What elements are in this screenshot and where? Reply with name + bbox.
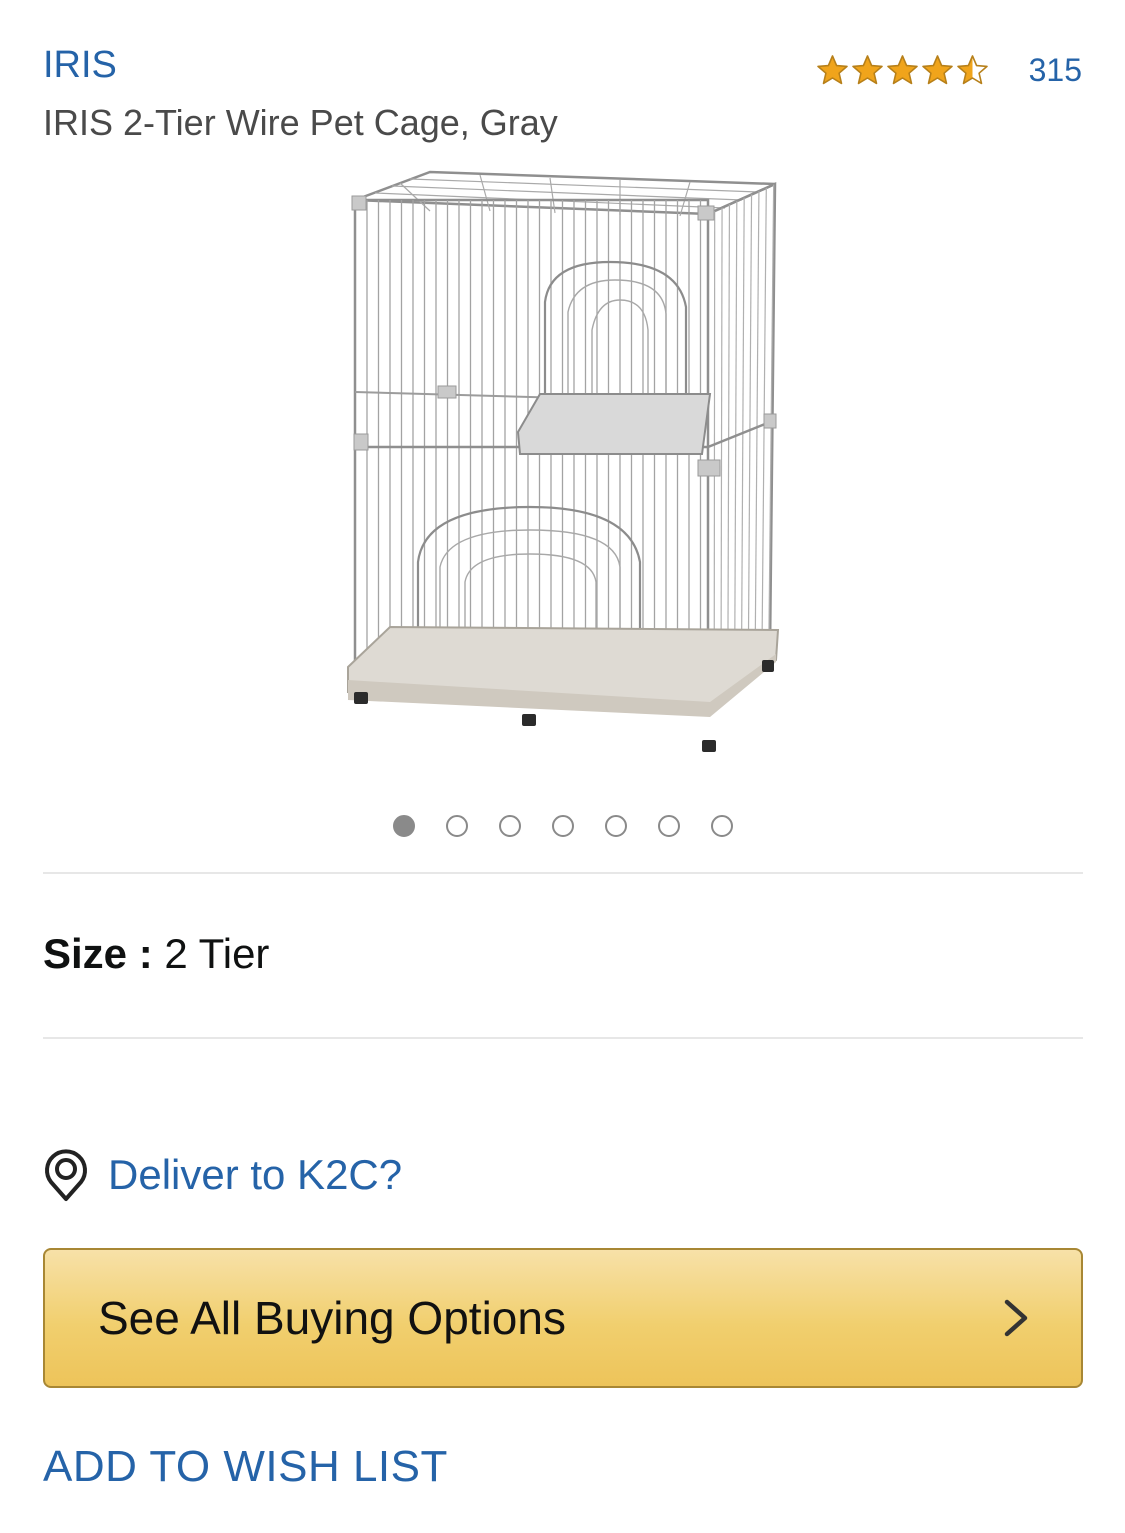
carousel-dot[interactable] — [392, 815, 415, 837]
carousel-dot[interactable] — [604, 815, 627, 837]
buy-button-label: See All Buying Options — [98, 1292, 566, 1344]
divider — [43, 1037, 1083, 1039]
add-to-wish-list-link[interactable]: ADD TO WISH LIST — [43, 1442, 448, 1492]
divider — [43, 872, 1083, 874]
see-all-buying-options-button[interactable]: See All Buying Options — [43, 1248, 1083, 1388]
star-icon — [816, 55, 848, 85]
chevron-right-icon — [1004, 1299, 1028, 1337]
star-icon — [921, 55, 953, 85]
deliver-to-text[interactable]: Deliver to K2C? — [108, 1151, 402, 1199]
carousel-dot[interactable] — [657, 815, 680, 837]
deliver-to-link[interactable]: Deliver to K2C? — [43, 1148, 402, 1202]
size-selector[interactable]: Size : 2 Tier — [43, 930, 269, 978]
carousel-dot[interactable] — [445, 815, 468, 837]
star-icon — [956, 55, 988, 85]
rating-count[interactable]: 315 — [1029, 52, 1082, 89]
star-icon — [851, 55, 883, 85]
carousel-dot[interactable] — [710, 815, 733, 837]
star-icon — [886, 55, 918, 85]
star-rating[interactable] — [816, 54, 989, 87]
carousel-dot[interactable] — [498, 815, 521, 837]
size-value: 2 Tier — [164, 930, 270, 977]
size-label: Size : — [43, 930, 153, 977]
wire-pet-cage-image[interactable] — [330, 162, 795, 762]
product-title: IRIS 2-Tier Wire Pet Cage, Gray — [43, 102, 558, 143]
location-pin-icon — [45, 1149, 87, 1201]
carousel-dot[interactable] — [551, 815, 574, 837]
rating[interactable]: 315 — [816, 52, 1082, 89]
image-carousel-dots[interactable] — [0, 815, 1125, 837]
brand-link[interactable]: IRIS — [43, 44, 117, 87]
